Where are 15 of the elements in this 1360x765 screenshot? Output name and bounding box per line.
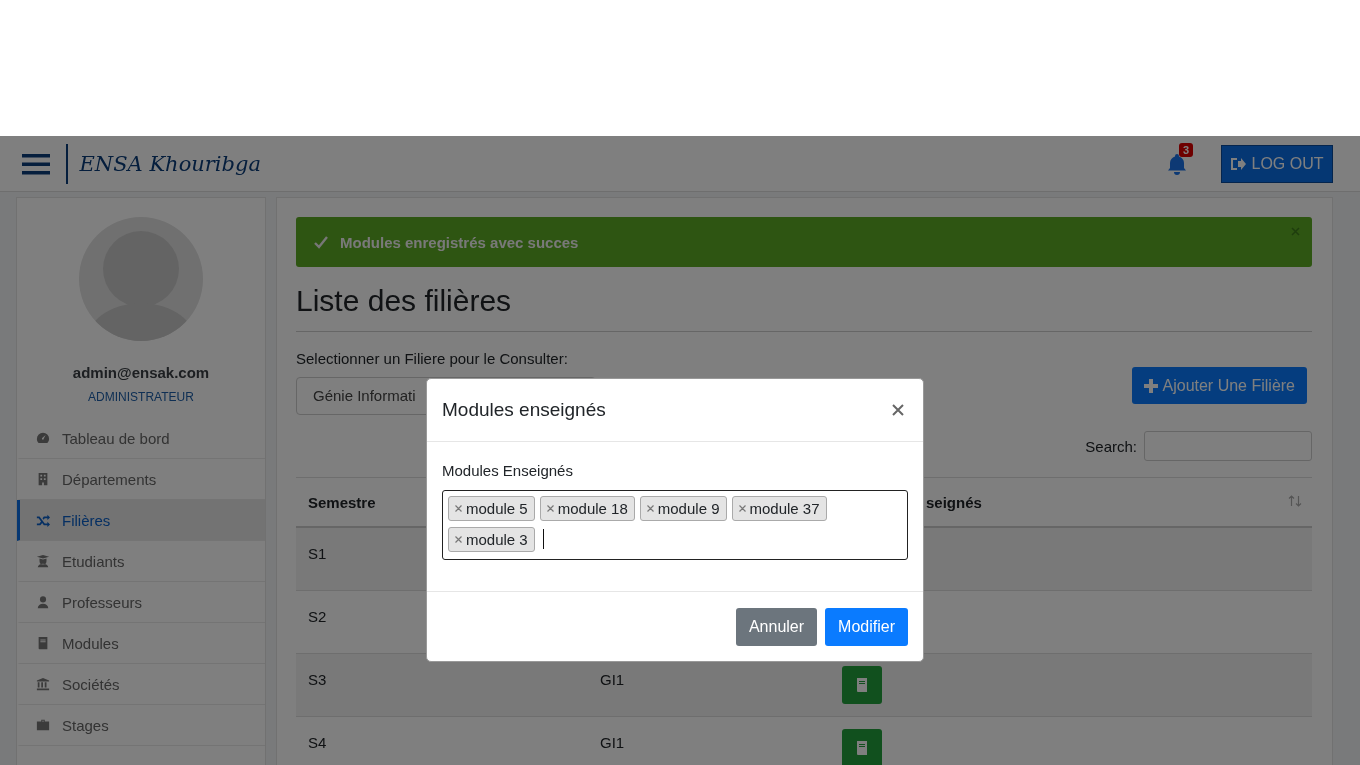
filter-label: Selectionner un Filiere pour le Consulter:	[296, 350, 569, 367]
field-label: Modules Enseignés	[442, 462, 574, 479]
page-title: Liste des filières	[296, 283, 513, 319]
table-cell: S2	[308, 607, 327, 625]
search-label: Search:	[1085, 437, 1137, 455]
user-role: ADMINISTRATEUR	[88, 390, 194, 404]
table-cell: S3	[308, 670, 327, 688]
table-cell: GI1	[600, 733, 625, 751]
notification-badge: 3	[1179, 142, 1194, 157]
table-cell: S1	[308, 545, 327, 562]
table-cell: S4	[308, 733, 327, 751]
modal-title: Modules enseignés	[442, 399, 606, 421]
table-cell: GI1	[600, 670, 625, 688]
user-email: admin@ensak.com	[72, 364, 210, 381]
alert-message: Modules enregistrés avec succes	[340, 233, 579, 251]
